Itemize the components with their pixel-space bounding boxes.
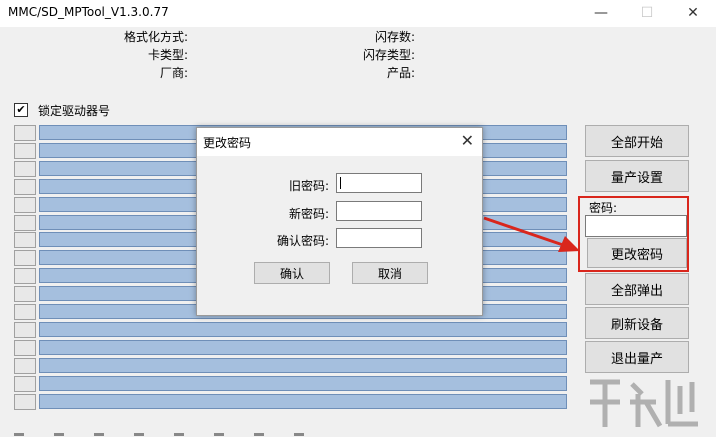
confirm-password-label: 确认密码: bbox=[276, 234, 329, 248]
old-password-input[interactable] bbox=[336, 173, 422, 193]
dialog-close-button[interactable]: ✕ bbox=[461, 131, 474, 150]
old-password-label: 旧密码: bbox=[288, 179, 329, 193]
text-caret bbox=[340, 177, 341, 189]
new-password-input[interactable] bbox=[336, 201, 422, 221]
change-password-dialog: 更改密码 ✕ 旧密码: 新密码: 确认密码: 确认 取消 bbox=[196, 127, 483, 316]
dialog-ok-button[interactable]: 确认 bbox=[254, 262, 330, 284]
dialog-cancel-button[interactable]: 取消 bbox=[352, 262, 428, 284]
bottom-edge-marks bbox=[14, 433, 314, 436]
dialog-title: 更改密码 bbox=[203, 136, 252, 150]
new-password-label: 新密码: bbox=[288, 207, 329, 221]
dialog-title-bar: 更改密码 ✕ bbox=[197, 128, 482, 156]
confirm-password-input[interactable] bbox=[336, 228, 422, 248]
